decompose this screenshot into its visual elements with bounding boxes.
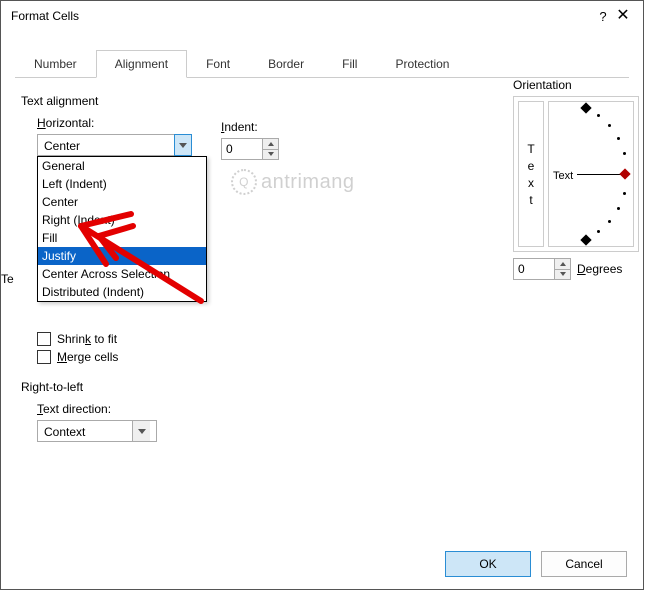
option-general[interactable]: General [38, 157, 206, 175]
text-direction-value: Context [38, 421, 132, 441]
cancel-button[interactable]: Cancel [541, 551, 627, 577]
diamond-icon [580, 234, 591, 245]
shrink-to-fit-checkbox[interactable] [37, 332, 51, 346]
dot-icon [617, 207, 620, 210]
dot-icon [623, 192, 626, 195]
merge-cells-label: Merge cells [57, 350, 118, 364]
tab-strip: Number Alignment Font Border Fill Protec… [15, 49, 629, 78]
option-distributed-indent[interactable]: Distributed (Indent) [38, 283, 206, 301]
orientation-pointer-line [577, 174, 621, 175]
option-right-indent[interactable]: Right (Indent) [38, 211, 206, 229]
ok-button[interactable]: OK [445, 551, 531, 577]
indent-spinner[interactable] [221, 138, 279, 160]
dot-icon [623, 152, 626, 155]
dot-icon [608, 220, 611, 223]
option-center[interactable]: Center [38, 193, 206, 211]
orientation-preview: T e x t Text [513, 96, 639, 252]
horizontal-dropdown-list: General Left (Indent) Center Right (Inde… [37, 156, 207, 302]
degrees-spin-down[interactable] [555, 269, 570, 280]
degrees-spinner[interactable] [513, 258, 571, 280]
orientation-angle-picker[interactable]: Text [548, 101, 634, 247]
chevron-down-icon [179, 143, 187, 148]
indent-block: Indent: [221, 120, 279, 160]
orientation-label: Orientation [513, 78, 639, 92]
shrink-to-fit-row: Shrink to fit [37, 332, 623, 346]
option-fill[interactable]: Fill [38, 229, 206, 247]
text-control-group-label: Te [1, 272, 14, 286]
triangle-down-icon [268, 152, 274, 156]
horizontal-combo[interactable]: Center [37, 134, 192, 156]
close-button[interactable]: ✕ [613, 8, 633, 24]
horizontal-combo-button[interactable] [174, 134, 192, 156]
triangle-down-icon [560, 272, 566, 276]
text-direction-combo-button[interactable] [132, 421, 150, 441]
dot-icon [608, 124, 611, 127]
degrees-spin-up[interactable] [555, 259, 570, 269]
tab-number[interactable]: Number [15, 50, 96, 78]
orientation-group: Orientation T e x t Text [513, 78, 639, 280]
triangle-up-icon [560, 262, 566, 266]
merge-cells-checkbox[interactable] [37, 350, 51, 364]
merge-cells-row: Merge cells [37, 350, 623, 364]
titlebar: Format Cells ? ✕ [1, 1, 643, 31]
tab-font[interactable]: Font [187, 50, 249, 78]
text-direction-label: Text direction: [37, 402, 623, 416]
degrees-input[interactable] [514, 259, 554, 279]
tab-protection[interactable]: Protection [376, 50, 468, 78]
dot-icon [597, 230, 600, 233]
horizontal-combo-value: Center [38, 135, 174, 155]
indent-label: Indent: [221, 120, 279, 134]
tab-fill[interactable]: Fill [323, 50, 376, 78]
text-direction-combo[interactable]: Context [37, 420, 157, 442]
tab-border[interactable]: Border [249, 50, 323, 78]
degrees-label: Degrees [577, 262, 622, 276]
diamond-red-icon [619, 168, 630, 179]
orientation-pointer-text: Text [553, 170, 573, 182]
indent-input[interactable] [222, 139, 262, 159]
option-justify[interactable]: Justify [38, 247, 206, 265]
option-left-indent[interactable]: Left (Indent) [38, 175, 206, 193]
tab-content-alignment: Text alignment Horizontal: Center Genera… [1, 78, 643, 454]
help-button[interactable]: ? [593, 9, 613, 24]
dot-icon [597, 114, 600, 117]
shrink-to-fit-label: Shrink to fit [57, 332, 117, 346]
rtl-group-label: Right-to-left [21, 380, 623, 394]
triangle-up-icon [268, 142, 274, 146]
tab-alignment[interactable]: Alignment [96, 50, 187, 78]
option-center-across-selection[interactable]: Center Across Selection [38, 265, 206, 283]
chevron-down-icon [138, 429, 146, 434]
dot-icon [617, 137, 620, 140]
orientation-vertical-text-button[interactable]: T e x t [518, 101, 544, 247]
window-title: Format Cells [11, 9, 593, 23]
indent-spin-down[interactable] [263, 149, 278, 160]
indent-spin-up[interactable] [263, 139, 278, 149]
format-cells-dialog: Format Cells ? ✕ Number Alignment Font B… [0, 0, 644, 590]
dialog-buttons: OK Cancel [445, 551, 627, 577]
diamond-icon [580, 102, 591, 113]
